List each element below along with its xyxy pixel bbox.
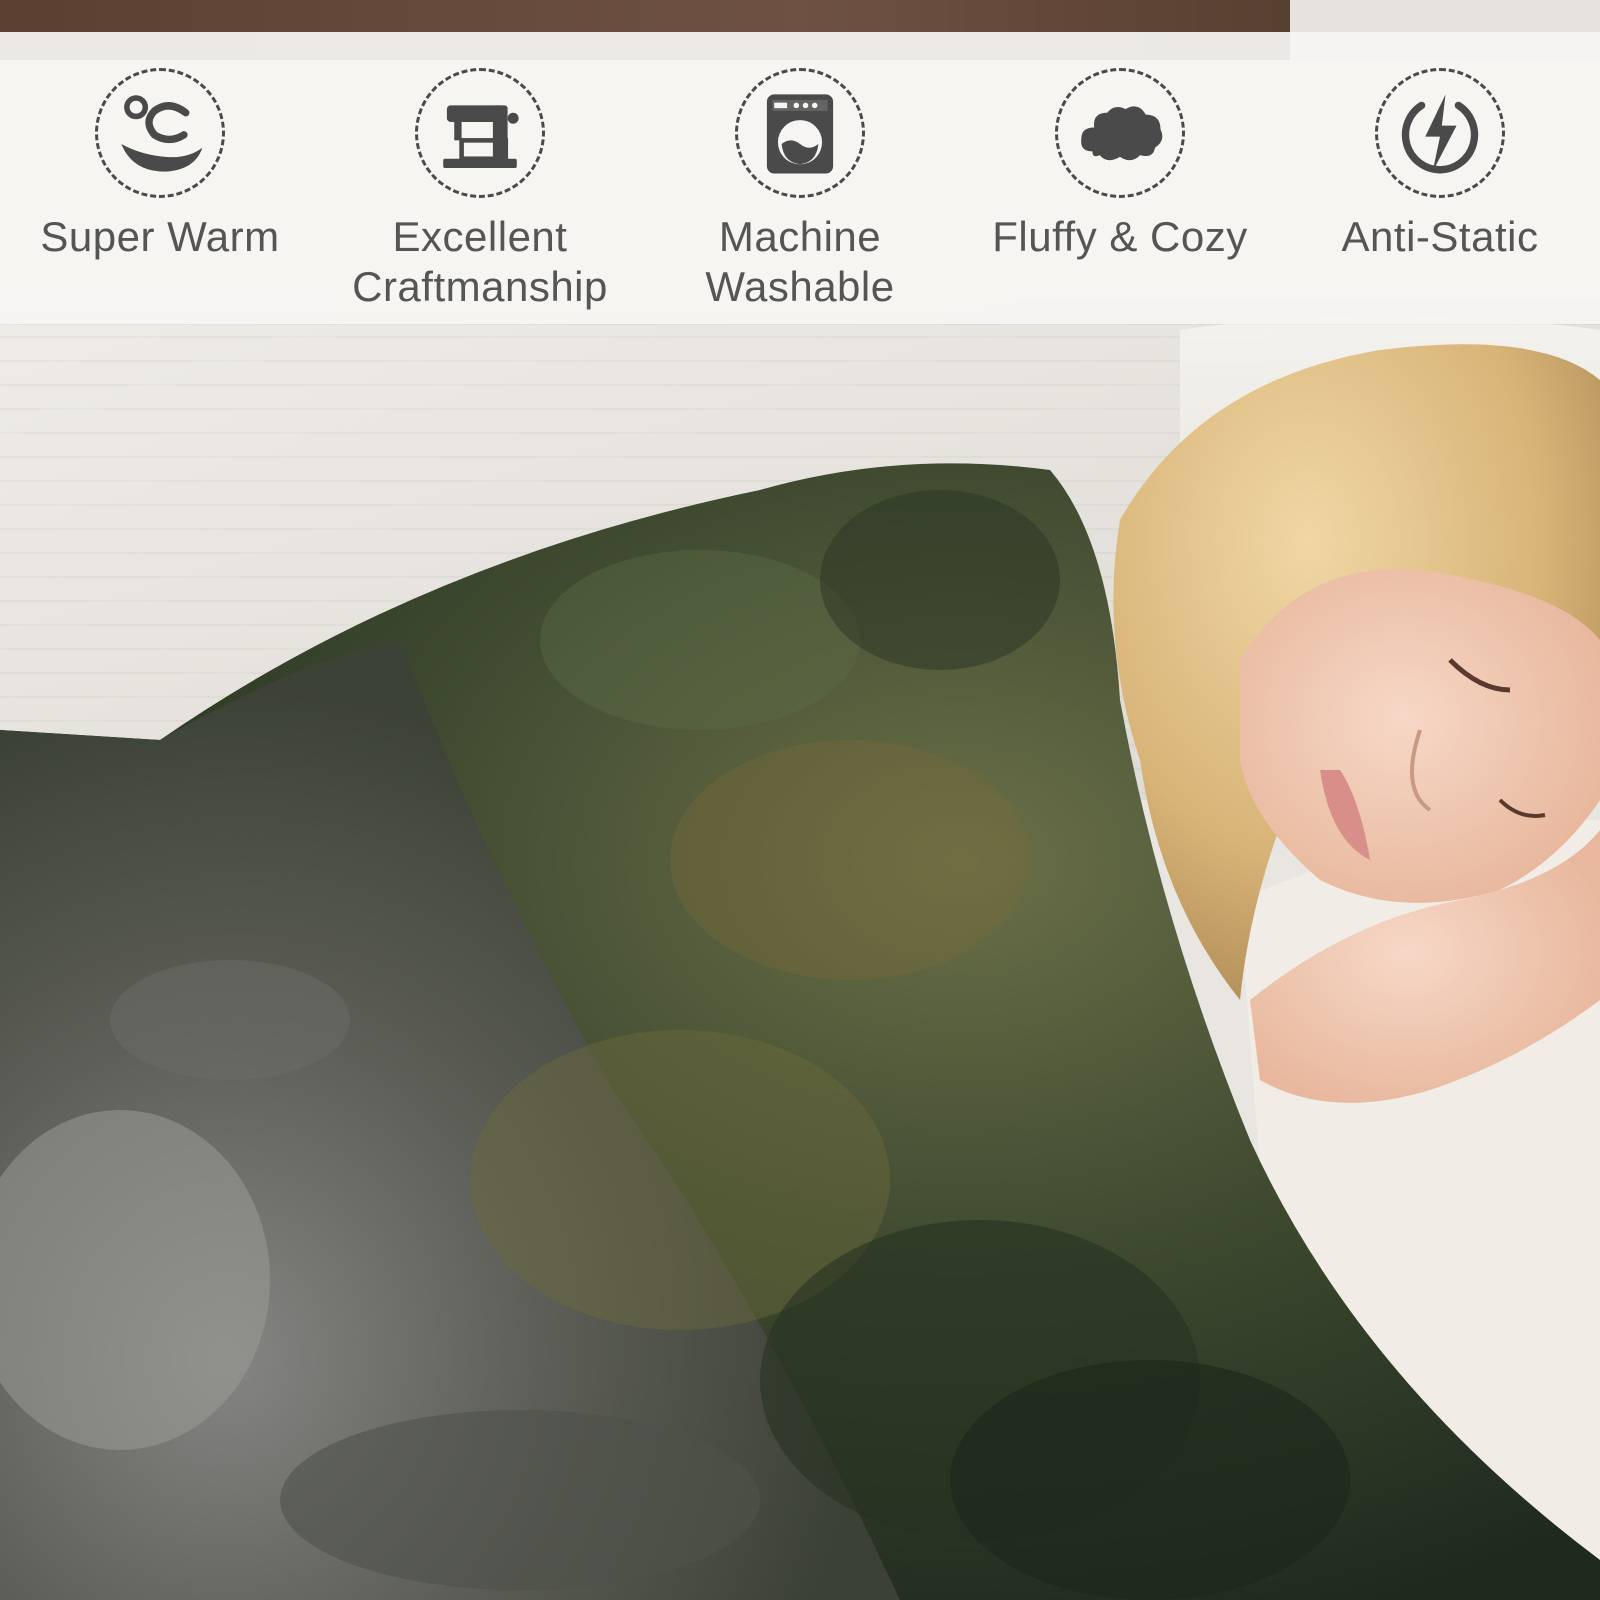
feature-label: Excellent Craftmanship [352,213,608,310]
feature-label: Machine Washable [705,213,895,310]
feature-label: Super Warm [40,213,280,260]
cloud-icon [1055,68,1185,198]
sewing-machine-icon [415,68,545,198]
warm-temperature-icon [95,68,225,198]
feature-excellent-craftmanship: Excellent Craftmanship [340,68,620,312]
washing-machine-icon [735,68,865,198]
feature-label: Fluffy & Cozy [992,213,1248,260]
feature-fluffy-cozy: Fluffy & Cozy [980,68,1260,262]
feature-bar: Super Warm Excellent Craftmanship Machin… [0,32,1600,324]
lightning-icon [1375,68,1505,198]
feature-super-warm: Super Warm [20,68,300,262]
feature-machine-washable: Machine Washable [660,68,940,312]
feature-anti-static: Anti-Static [1300,68,1580,262]
feature-label: Anti-Static [1341,213,1539,260]
